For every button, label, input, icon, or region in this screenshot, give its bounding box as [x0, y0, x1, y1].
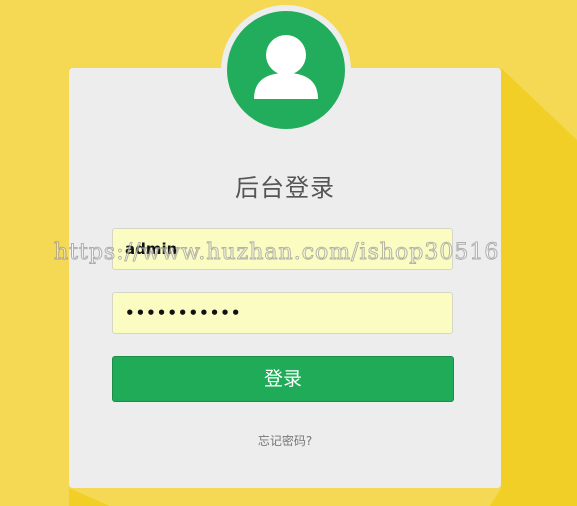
page-title: 后台登录 — [235, 174, 335, 202]
avatar — [221, 5, 351, 135]
forgot-password-link[interactable]: 忘记密码? — [69, 432, 501, 449]
password-field[interactable] — [112, 292, 453, 334]
avatar-circle — [227, 11, 345, 129]
user-icon — [254, 35, 318, 99]
username-field[interactable] — [112, 228, 453, 270]
login-button[interactable]: 登录 — [112, 356, 454, 402]
